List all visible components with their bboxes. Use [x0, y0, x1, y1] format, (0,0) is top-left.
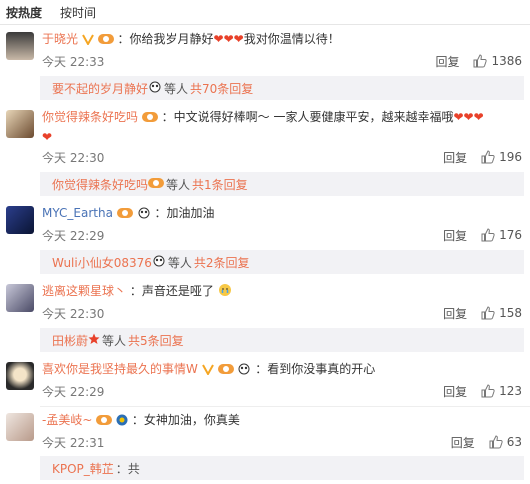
thumbs-up-icon	[481, 306, 495, 320]
comment-time: 今天 22:30	[42, 306, 105, 321]
sub-reply-etc: 等人	[164, 81, 189, 96]
thumbs-up-icon	[481, 384, 495, 398]
comment-time: 今天 22:33	[42, 54, 105, 69]
like-button[interactable]: 123	[481, 384, 522, 398]
comment-item: 于晓光 ：你给我岁月静好❤❤❤我对你温情以待！ 今天 22:33 回复 1386	[0, 28, 530, 72]
sub-reply-summary[interactable]: KPOP_韩芷 ：共	[40, 456, 524, 480]
like-count: 176	[499, 228, 522, 242]
avatar[interactable]	[6, 362, 34, 390]
comment-username[interactable]: 于晓光	[42, 32, 78, 46]
like-button[interactable]: 176	[481, 228, 522, 242]
comment-item: 你觉得辣条好吃吗 ：中文说得好棒啊～ 一家人要健康平安，越来越幸福哦❤❤❤❤ 今…	[0, 106, 530, 168]
comment-username[interactable]: MYC_Eartha	[42, 206, 113, 220]
panda-emoji-icon	[137, 206, 151, 224]
crying-emoji-icon	[218, 283, 232, 302]
like-button[interactable]: 1386	[473, 54, 522, 68]
like-button[interactable]: 158	[481, 306, 522, 320]
like-count: 196	[499, 150, 522, 164]
comment-username[interactable]: 喜欢你是我坚持最久的事情W	[42, 362, 198, 376]
reply-button[interactable]: 回复	[443, 305, 467, 322]
like-button[interactable]: 63	[489, 435, 522, 449]
sub-reply-summary[interactable]: 田彬蔚 等人 共5条回复	[40, 328, 524, 352]
avatar[interactable]	[6, 110, 34, 138]
sub-reply-count[interactable]: 共5条回复	[128, 332, 184, 349]
sub-reply-summary[interactable]: 要不起的岁月静好 等人 共70条回复	[40, 76, 524, 100]
like-count: 1386	[491, 54, 522, 68]
sub-reply-user[interactable]: 要不起的岁月静好	[52, 80, 148, 97]
sub-reply-user[interactable]: 田彬蔚	[52, 332, 88, 349]
comment-text: ：声音还是哑了	[129, 284, 214, 298]
reply-button[interactable]: 回复	[443, 383, 467, 400]
panda-emoji-icon	[237, 362, 251, 380]
sub-reply-count[interactable]: 共1条回复	[192, 176, 248, 193]
sub-reply-etc: ：共	[115, 461, 140, 476]
sub-reply-count[interactable]: 共70条回复	[190, 80, 253, 97]
comment-time: 今天 22:31	[42, 435, 105, 450]
comment-text: ：加油加油	[154, 206, 215, 220]
reply-button[interactable]: 回复	[443, 149, 467, 166]
comment-username[interactable]: 你觉得辣条好吃吗	[42, 110, 138, 124]
heart-emoji: ❤❤❤	[213, 32, 244, 46]
reply-button[interactable]: 回复	[435, 53, 459, 70]
comment-username[interactable]: -孟美岐~	[42, 413, 92, 427]
fan-badge-icon	[116, 206, 133, 224]
fan-badge-icon	[96, 413, 113, 431]
thumbs-up-icon	[481, 228, 495, 242]
star-icon	[88, 333, 100, 348]
comment-text: ：看到你没事真的开心	[255, 362, 376, 376]
comment-panel: 按热度 按时间 于晓光 ：你给我岁月静好❤❤❤我对你温情以待！ 今天 22:33…	[0, 0, 530, 484]
sub-reply-etc: 等人	[102, 333, 127, 348]
level-badge-icon	[116, 413, 128, 431]
fan-badge-icon	[141, 110, 158, 128]
fan-badge-icon	[148, 177, 165, 192]
avatar[interactable]	[6, 413, 34, 441]
comment-text: ：你给我岁月静好	[117, 32, 214, 46]
sub-reply-etc: 等人	[166, 177, 191, 192]
like-button[interactable]: 196	[481, 150, 522, 164]
comment-item: 逃离这颗星球丶 ：声音还是哑了 今天 22:30 回复 158	[0, 280, 530, 324]
comment-time: 今天 22:29	[42, 228, 105, 243]
avatar[interactable]	[6, 284, 34, 312]
thumbs-up-icon	[473, 54, 488, 68]
thumbs-up-icon	[489, 435, 503, 449]
panda-emoji-icon	[152, 255, 166, 270]
like-count: 63	[506, 435, 522, 449]
sub-reply-user[interactable]: KPOP_韩芷	[52, 460, 114, 477]
vip-v-icon	[201, 362, 214, 380]
sub-reply-user[interactable]: 你觉得辣条好吃吗	[52, 176, 148, 193]
sub-reply-etc: 等人	[167, 255, 192, 270]
avatar[interactable]	[6, 206, 34, 234]
comment-text: 我对你温情以待！	[243, 32, 340, 46]
tab-sort-hot[interactable]: 按热度	[6, 4, 42, 21]
fan-badge-icon	[217, 362, 234, 380]
panda-emoji-icon	[148, 81, 162, 96]
avatar[interactable]	[6, 32, 34, 60]
like-count: 158	[499, 306, 522, 320]
reply-button[interactable]: 回复	[451, 434, 475, 451]
like-count: 123	[499, 384, 522, 398]
comment-text: ：女神加油，你真美	[131, 413, 240, 427]
divider	[40, 406, 530, 407]
sub-reply-count[interactable]: 共2条回复	[194, 254, 250, 271]
comment-item: MYC_Eartha ：加油加油 今天 22:29 回复 176	[0, 202, 530, 246]
sub-reply-summary[interactable]: 你觉得辣条好吃吗 等人 共1条回复	[40, 172, 524, 196]
reply-button[interactable]: 回复	[443, 227, 467, 244]
sort-bar: 按热度 按时间	[0, 0, 530, 25]
sub-reply-summary[interactable]: Wuli小仙女08376 等人 共2条回复	[40, 250, 524, 274]
fan-badge-icon	[97, 32, 114, 50]
comment-text: ：中文说得好棒啊～ 一家人要健康平安，越来越幸福哦	[161, 110, 454, 124]
tab-sort-time[interactable]: 按时间	[60, 4, 96, 21]
comment-username[interactable]: 逃离这颗星球丶	[42, 284, 126, 298]
vip-v-icon	[81, 32, 94, 50]
comment-item: 喜欢你是我坚持最久的事情W ：看到你没事真的开心 今天 22:29 回复 123	[0, 358, 530, 402]
comment-time: 今天 22:29	[42, 384, 105, 399]
comment-time: 今天 22:30	[42, 150, 105, 165]
sub-reply-user[interactable]: Wuli小仙女08376	[52, 254, 152, 271]
thumbs-up-icon	[481, 150, 495, 164]
comment-item: -孟美岐~ ：女神加油，你真美 今天 22:31 回复 63	[0, 409, 530, 453]
